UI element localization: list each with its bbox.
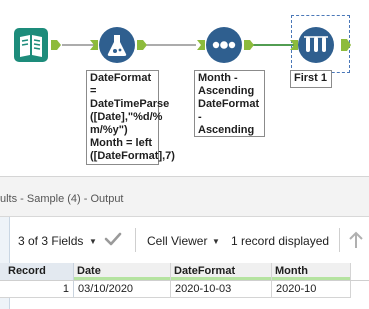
annotation-line: ([Date],"%d/% <box>90 111 163 123</box>
record-number-cell[interactable]: 1 <box>0 281 74 298</box>
sort-tool[interactable] <box>205 26 243 64</box>
column-header-date[interactable]: Date <box>74 263 171 280</box>
flask-icon <box>99 27 135 63</box>
annotation-line: ([DateFormat],7) <box>90 150 175 162</box>
input-data-tool[interactable] <box>13 27 49 63</box>
checkmark-icon[interactable] <box>104 231 122 247</box>
annotation-line: Month - <box>198 72 238 84</box>
column-header-month[interactable]: Month <box>272 263 351 280</box>
formula-tool[interactable] <box>98 26 136 64</box>
annotation-line: Month = left <box>90 137 153 149</box>
column-header-label: Date <box>77 265 101 277</box>
output-anchor[interactable] <box>243 39 255 51</box>
sample-tool[interactable] <box>297 26 335 64</box>
toolbar-divider <box>135 228 136 252</box>
annotation-line: m/%y") <box>90 124 128 136</box>
records-displayed-label: 1 record displayed <box>231 234 330 248</box>
book-icon <box>14 28 48 62</box>
fields-selector[interactable]: 3 of 3 Fields <box>18 234 83 248</box>
date-cell[interactable]: 03/10/2020 <box>74 281 171 298</box>
column-header-label: Month <box>275 265 308 277</box>
column-header-dateformat[interactable]: DateFormat <box>171 263 272 280</box>
column-header-label: DateFormat <box>174 265 236 277</box>
annotation-line: DateFormat = <box>90 72 152 97</box>
month-cell[interactable]: 2020-10 <box>272 281 351 298</box>
results-toolbar: 3 of 3 Fields ▼ Cell Viewer ▼ 1 record d… <box>0 217 369 309</box>
chevron-down-icon[interactable]: ▼ <box>212 237 220 246</box>
output-anchor[interactable] <box>50 39 62 51</box>
annotation-line: DateTimeParse <box>90 98 170 110</box>
sample-annotation: First 1 <box>290 70 332 88</box>
dateformat-cell[interactable]: 2020-10-03 <box>171 281 272 298</box>
toolbar-divider <box>339 228 340 252</box>
cell-viewer-selector[interactable]: Cell Viewer <box>147 234 207 248</box>
column-header-record[interactable]: Record <box>0 263 74 280</box>
results-panel-title: ults - Sample (4) - Output <box>0 181 369 217</box>
annotation-line: Ascending <box>198 85 255 97</box>
arrow-up-icon[interactable] <box>347 230 365 250</box>
formula-annotation: DateFormat = DateTimeParse ([Date],"%d/%… <box>86 70 175 165</box>
annotation-line: DateFormat - <box>198 98 260 123</box>
output-anchor[interactable] <box>136 39 148 51</box>
sort-annotation: Month - Ascending DateFormat - Ascending <box>194 70 265 137</box>
annotation-line: Ascending <box>198 124 255 136</box>
workflow-canvas[interactable]: DateFormat = DateTimeParse ([Date],"%d/%… <box>0 0 369 176</box>
column-header-label: Record <box>8 265 46 277</box>
test-tubes-icon <box>298 27 334 63</box>
chevron-down-icon[interactable]: ▼ <box>89 237 97 246</box>
output-anchor[interactable] <box>340 38 352 52</box>
annotation-line: First 1 <box>294 72 328 84</box>
dots-icon <box>206 27 242 63</box>
